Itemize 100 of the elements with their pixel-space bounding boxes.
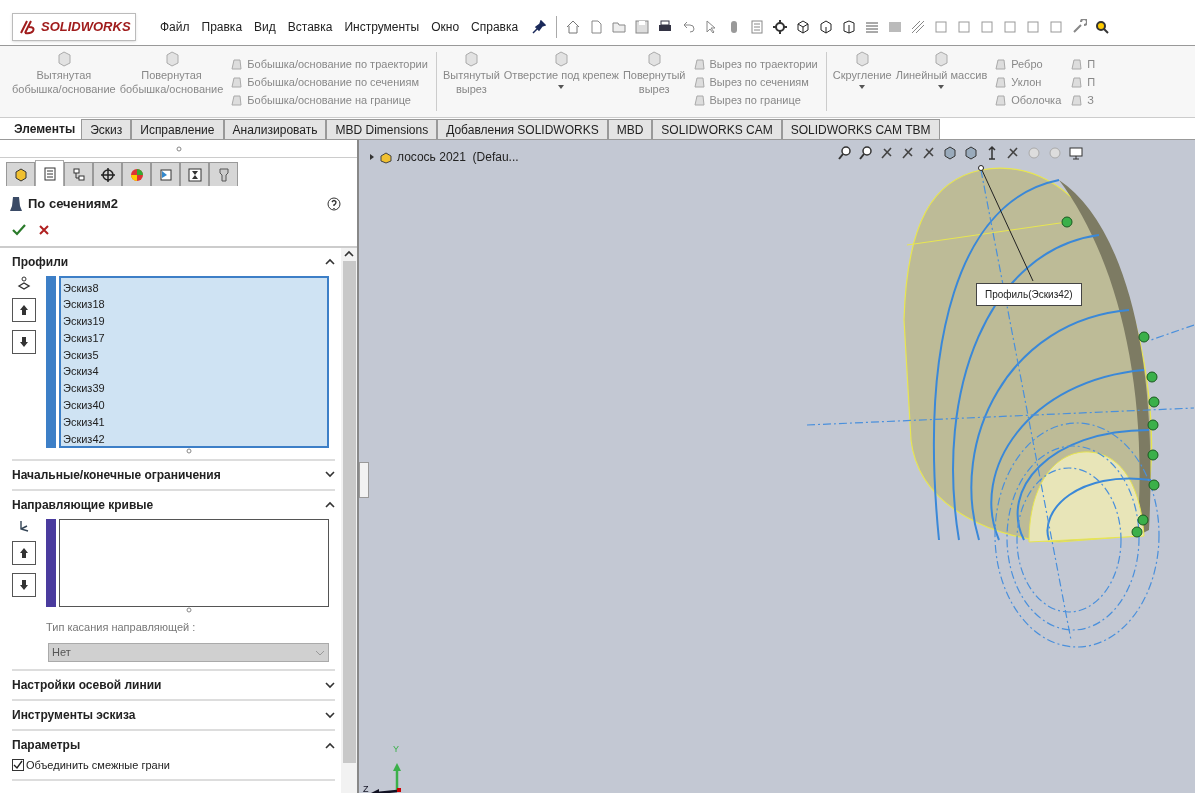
tab[interactable]: MBD Dimensions — [326, 119, 438, 139]
caret-icon — [315, 649, 325, 656]
collapse-icon[interactable] — [325, 258, 335, 265]
feature-icon — [1069, 56, 1084, 71]
feature-icon — [229, 56, 244, 71]
cube-icon[interactable] — [841, 18, 858, 35]
ribbon-button[interactable]: Повернутая бобышка/основание — [117, 46, 226, 117]
feature-icon — [645, 50, 664, 68]
feature-icon — [691, 92, 706, 107]
confirm-icon[interactable] — [12, 223, 26, 236]
model-drawing[interactable] — [806, 167, 1194, 648]
section-header[interactable]: Начальные/конечные ограничения — [12, 465, 221, 484]
feature-icon — [691, 74, 706, 89]
part-icon — [379, 150, 393, 164]
monitor-icon[interactable] — [1068, 145, 1084, 161]
section-header[interactable]: Параметры — [12, 736, 81, 754]
feature-icon — [993, 92, 1008, 107]
ribbon-button[interactable]: П — [1069, 56, 1096, 71]
list-item[interactable]: Эскиз18 — [63, 296, 327, 314]
close-icon[interactable] — [38, 223, 50, 236]
profile-icon — [17, 275, 31, 290]
tab[interactable]: Добавления SOLIDWORKS — [437, 119, 608, 139]
home-icon[interactable] — [565, 18, 582, 35]
list-item[interactable]: Эскиз19 — [63, 313, 327, 330]
tab[interactable]: MBD — [607, 119, 653, 139]
zoom-area-icon[interactable] — [858, 145, 874, 161]
menu-item[interactable]: Справка — [471, 17, 519, 36]
resize-handle-icon[interactable] — [185, 447, 192, 454]
ribbon-button[interactable]: Вытянутая бобышка/основание — [10, 46, 118, 117]
panel-collapse-handle[interactable] — [359, 462, 369, 498]
tab[interactable]: Анализировать — [223, 119, 327, 139]
collapse-icon[interactable] — [325, 741, 335, 749]
selection-list[interactable]: Эскиз8 Эскиз18 Эскиз19 Эскиз17 Эскиз5 Эскиз4 Эскиз39 Эскиз40 Эскиз41 Эскиз42 — [59, 275, 329, 448]
resize-handle-icon[interactable] — [185, 606, 192, 613]
menu-item[interactable]: Файл — [160, 17, 190, 36]
expand-icon[interactable] — [325, 681, 335, 689]
expand-arrow-icon[interactable] — [369, 153, 375, 161]
selection-list[interactable] — [59, 518, 329, 607]
cube-icon[interactable] — [795, 18, 812, 35]
list-item[interactable]: Эскиз5 — [63, 346, 327, 364]
ribbon-button[interactable]: Бобышка/основание на границе — [229, 92, 428, 107]
cube-icon[interactable] — [818, 18, 835, 35]
feature-icon — [1069, 92, 1084, 107]
tab[interactable]: Эскиз — [81, 119, 132, 139]
scrollbar-thumb[interactable] — [342, 260, 356, 763]
section-header[interactable]: Настройки осевой линии — [12, 676, 162, 694]
tab[interactable]: SOLIDWORKS CAM TBM — [781, 119, 940, 139]
menu-item[interactable]: Вид — [254, 17, 276, 36]
menu-item[interactable]: Инструменты — [344, 17, 420, 36]
move-down-button[interactable] — [12, 572, 36, 597]
stripes-icon[interactable] — [910, 18, 927, 35]
feature-icon — [229, 92, 244, 107]
list-item[interactable]: Эскиз42 — [63, 430, 327, 448]
ribbon-button[interactable]: Вырез по траектории — [691, 56, 818, 71]
resize-handle-icon[interactable] — [175, 145, 182, 152]
ribbon-button[interactable]: Повернутый вырез — [620, 46, 688, 117]
magnifier-icon[interactable] — [1094, 18, 1111, 35]
list-item[interactable]: Эскиз39 — [63, 380, 327, 398]
expand-icon[interactable] — [325, 711, 335, 719]
move-up-button[interactable] — [12, 540, 36, 565]
section-header[interactable]: Профили — [12, 252, 69, 271]
settings-icon[interactable] — [772, 18, 789, 35]
pin-icon[interactable] — [532, 19, 547, 34]
axis-label: Y — [393, 743, 399, 756]
list-item[interactable]: Эскиз41 — [63, 413, 327, 431]
tree-item[interactable]: лосось 2021 (Defau... — [397, 148, 519, 166]
feature-icon — [691, 56, 706, 71]
arrow-up-icon — [19, 303, 29, 316]
ribbon-button[interactable]: Ребро — [993, 56, 1062, 71]
ribbon-button[interactable]: П — [1069, 74, 1096, 89]
ribbon-button[interactable]: Оболочка — [993, 92, 1062, 107]
expand-icon[interactable] — [325, 471, 335, 478]
ribbon-button[interactable]: Вытянутый вырез — [440, 46, 502, 117]
section-header[interactable]: Инструменты эскиза — [12, 706, 136, 724]
arrow-up-icon — [19, 546, 29, 559]
ribbon-button[interactable]: Бобышка/основание по траектории — [229, 56, 428, 71]
tab[interactable]: SOLIDWORKS CAM — [652, 119, 782, 139]
ribbon-button[interactable]: Бобышка/основание по сечениям — [229, 74, 428, 89]
panel-tab[interactable] — [93, 162, 122, 186]
move-up-button[interactable] — [12, 297, 36, 322]
menu-item[interactable]: Вставка — [287, 17, 333, 36]
panel-tab-icon — [185, 165, 204, 184]
feature-icon — [229, 74, 244, 89]
panel-title: По сечениям2 — [28, 195, 120, 213]
menu-item[interactable]: Правка — [201, 17, 243, 36]
loft-icon — [10, 195, 22, 212]
tab[interactable]: Исправление — [131, 119, 224, 139]
menu-item[interactable]: Окно — [431, 17, 460, 36]
list-item[interactable]: Эскиз8 — [63, 279, 327, 297]
panel-tab[interactable] — [180, 162, 209, 186]
collapse-icon[interactable] — [325, 501, 335, 508]
list-item[interactable]: Эскиз40 — [63, 397, 327, 414]
checkbox[interactable]: Объединить смежные грани — [12, 757, 335, 774]
list-item[interactable]: Эскиз4 — [63, 363, 327, 381]
scroll-up-icon[interactable] — [344, 249, 354, 257]
section-header[interactable]: Направляющие кривые — [12, 495, 154, 514]
help-icon[interactable] — [327, 196, 341, 211]
zoom-icon[interactable] — [837, 145, 853, 161]
list-item[interactable]: Эскиз17 — [63, 329, 327, 347]
move-down-button[interactable] — [12, 329, 36, 354]
